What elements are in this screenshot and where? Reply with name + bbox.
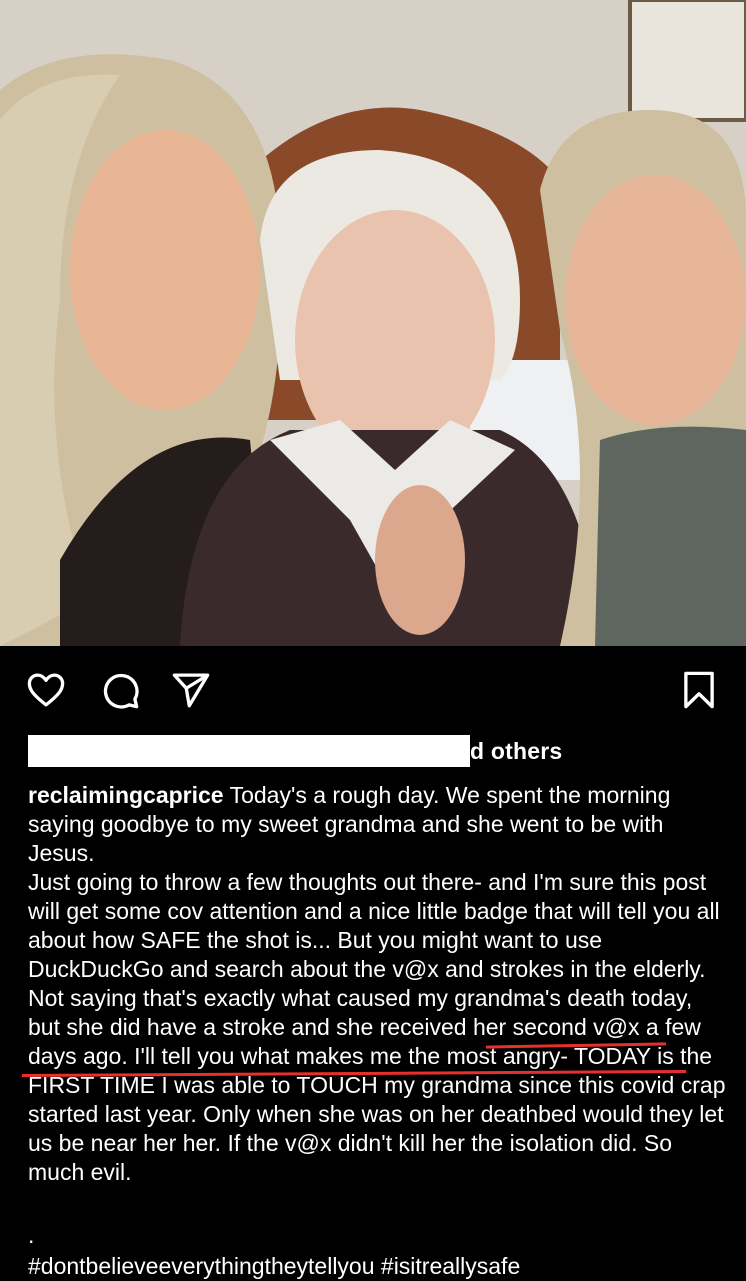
save-button[interactable] [676, 662, 722, 718]
bookmark-icon [684, 671, 714, 709]
caption-paragraph-2: Just going to throw a few thoughts out t… [28, 868, 728, 1187]
comment-button[interactable] [97, 662, 143, 718]
caption-dot: . [28, 1222, 35, 1248]
post-caption: reclaimingcaprice Today's a rough day. W… [28, 781, 728, 1187]
post-action-bar [0, 662, 746, 718]
like-button[interactable] [23, 662, 69, 718]
likes-text: d others [470, 737, 563, 764]
likes-line[interactable]: d others [28, 735, 562, 767]
post-photo[interactable] [0, 0, 746, 646]
caption-para2-end: I'll tell you what makes me the most ang… [28, 1043, 726, 1185]
photo-illustration [0, 0, 746, 646]
send-icon [172, 673, 210, 708]
caption-paragraph-1: reclaimingcaprice Today's a rough day. W… [28, 781, 728, 868]
username-link[interactable]: reclaimingcaprice [28, 782, 224, 808]
comment-icon [103, 673, 139, 709]
heart-icon [27, 673, 65, 707]
caption-hashtags[interactable]: #dontbelieveeverythingtheytellyou #isitr… [28, 1252, 520, 1281]
redaction-box [28, 735, 470, 767]
share-button[interactable] [168, 662, 214, 718]
